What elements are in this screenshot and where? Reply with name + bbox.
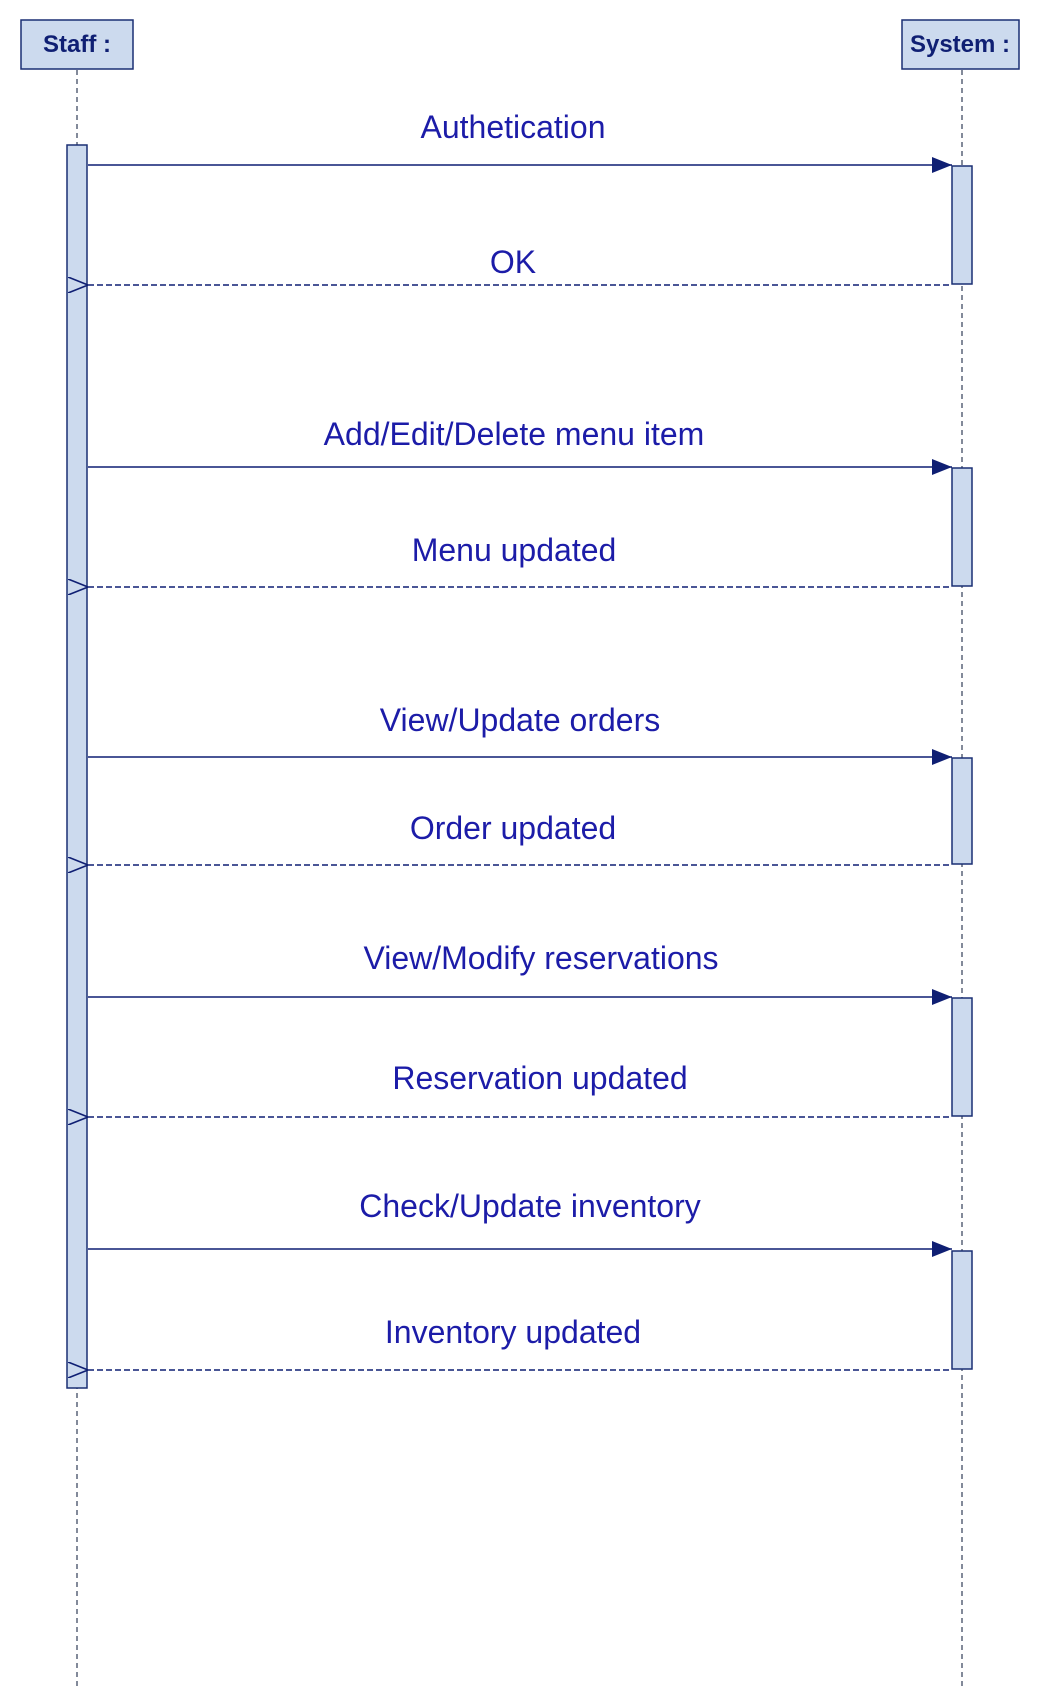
message-label: Inventory updated [385,1314,641,1350]
message-label: Menu updated [412,532,617,568]
sequence-diagram: Staff : System : Authetication OK Add/Ed… [20,19,1020,1690]
system-activation-bar [951,757,973,865]
staff-lifeline-label: Staff : [43,31,111,58]
message-label: View/Modify reservations [363,940,718,976]
message-label: Authetication [420,109,605,145]
system-lifeline-label: System : [910,31,1010,58]
system-activation-bar [951,467,973,587]
system-lifeline-header: System : [901,19,1020,70]
message-label: View/Update orders [380,702,660,738]
system-activation-bar [951,165,973,285]
message-label: Reservation updated [392,1060,687,1096]
staff-lifeline-header: Staff : [20,19,134,70]
message-label: Check/Update inventory [359,1188,701,1224]
message-label: Order updated [410,810,616,846]
system-activation-bar [951,1250,973,1370]
message-label: OK [490,244,536,280]
system-activation-bar [951,997,973,1117]
message-label: Add/Edit/Delete menu item [324,416,705,452]
staff-activation-bar [66,144,88,1389]
